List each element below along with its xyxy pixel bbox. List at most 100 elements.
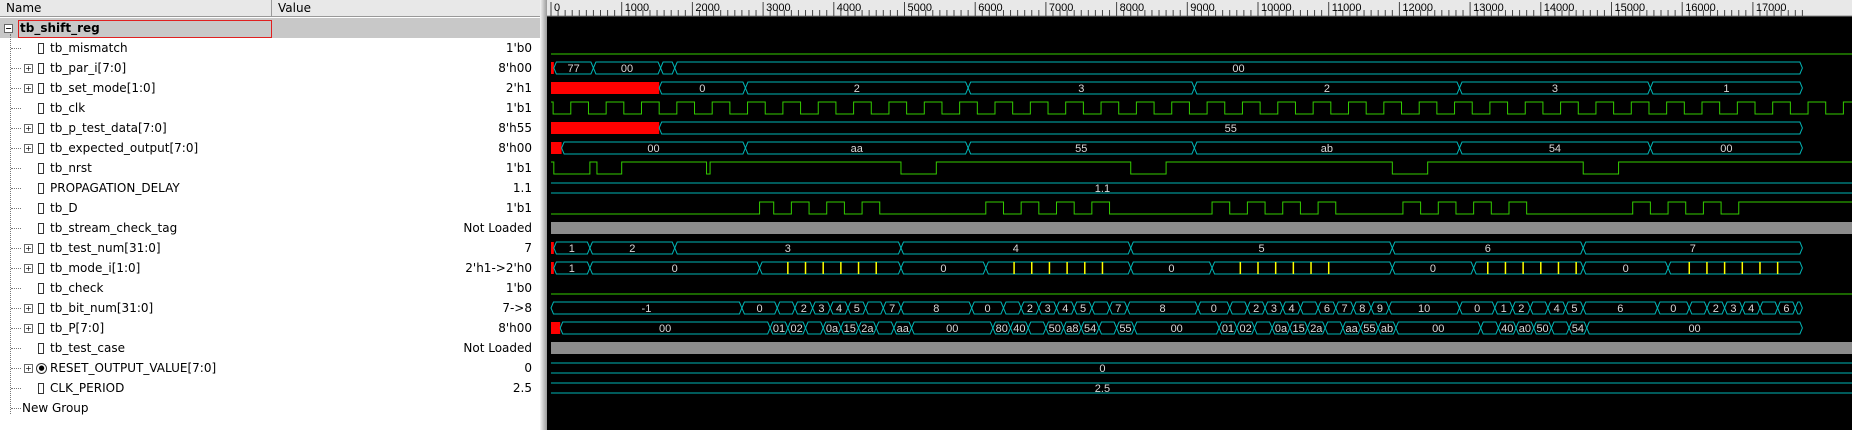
parameter-icon: ●	[36, 363, 47, 374]
tree-branch-line	[11, 328, 21, 329]
signal-row[interactable]: + tb_test_num[31:0]	[0, 238, 272, 258]
signal-row[interactable]: tb_mismatch	[0, 38, 272, 58]
expand-toggle[interactable]: +	[24, 364, 33, 373]
bus-value-label: 6	[1485, 243, 1491, 255]
signal-icon	[38, 43, 44, 54]
signal-value-row[interactable]: 1'b1	[272, 98, 540, 118]
signal-value-row[interactable]: 8'h00	[272, 318, 540, 338]
signal-value-row[interactable]: 1'b1	[272, 158, 540, 178]
expand-toggle[interactable]: +	[24, 264, 33, 273]
signal-value-row[interactable]: 1'b1	[272, 198, 540, 218]
bus-segment	[985, 261, 1132, 275]
ruler-tick-label: 3000	[766, 2, 790, 14]
bus-value-label: 7	[1342, 303, 1348, 315]
signal-name: tb_mode_i[1:0]	[50, 261, 141, 275]
bus-value-label: 4	[1748, 303, 1754, 315]
expand-toggle[interactable]: +	[24, 304, 33, 313]
collapse-toggle[interactable]: −	[4, 24, 13, 33]
bus-signal-icon	[38, 263, 44, 274]
bus-value-label: 1	[1723, 83, 1729, 95]
bus-value-label: 5	[1080, 303, 1086, 315]
signal-value-row[interactable]: 1'b0	[272, 38, 540, 58]
signal-row[interactable]: tb_stream_check_tag	[0, 218, 272, 238]
bus-segment	[1473, 261, 1584, 275]
value-column-header[interactable]: Value	[272, 0, 540, 17]
bus-value-label: 2	[1253, 303, 1259, 315]
signal-row[interactable]: tb_D	[0, 198, 272, 218]
signal-value-row[interactable]: 0	[272, 358, 540, 378]
signal-value: Not Loaded	[463, 341, 532, 355]
ruler-tick-label: 8000	[1120, 2, 1144, 14]
group-row[interactable]: New Group	[0, 398, 272, 418]
expand-toggle[interactable]: +	[24, 324, 33, 333]
signal-row[interactable]: tb_clk	[0, 98, 272, 118]
bus-value-label: 0a	[826, 323, 839, 335]
bus-value-label: 55	[1119, 323, 1131, 335]
signal-value: 1'b1	[505, 201, 532, 215]
signal-row[interactable]: + tb_p_test_data[7:0]	[0, 118, 272, 138]
signal-value: 1'b0	[505, 41, 532, 55]
signal-row[interactable]: tb_check	[0, 278, 272, 298]
signal-row[interactable]: + tb_set_mode[1:0]	[0, 78, 272, 98]
unknown-value-region	[551, 142, 562, 154]
signal-icon	[38, 383, 44, 394]
ruler-tick-label: 14000	[1544, 2, 1575, 14]
bus-value-label: 00	[1688, 323, 1700, 335]
group-label: New Group	[22, 401, 89, 415]
name-column-header[interactable]: Name	[0, 0, 272, 17]
signal-value: 1'b0	[505, 281, 532, 295]
bus-value-label: 00	[659, 323, 671, 335]
bus-value-label: 50	[1536, 323, 1548, 335]
signal-name: tb_test_num[31:0]	[50, 241, 161, 255]
signal-value-row[interactable]: 2.5	[272, 378, 540, 398]
bus-value-label: 00	[647, 143, 659, 155]
signal-row[interactable]: + tb_expected_output[7:0]	[0, 138, 272, 158]
signal-value-row[interactable]: 7	[272, 238, 540, 258]
bus-value-label: 02	[1240, 323, 1252, 335]
bus-signal-icon	[38, 63, 44, 74]
bus-value-label: 8	[1159, 303, 1165, 315]
signal-row[interactable]: CLK_PERIOD	[0, 378, 272, 398]
bus-value-label: 2a	[1310, 323, 1323, 335]
signal-value-row[interactable]: 8'h00	[272, 58, 540, 78]
signal-value-row[interactable]: 8'h55	[272, 118, 540, 138]
waveform-pane[interactable]: 0 1000 2000 3000 4000 5000 6000 7000 8000 9000 100…	[547, 0, 1852, 430]
signal-row[interactable]: + tb_mode_i[1:0]	[0, 258, 272, 278]
signal-value-row[interactable]: Not Loaded	[272, 338, 540, 358]
signal-row[interactable]: PROPAGATION_DELAY	[0, 178, 272, 198]
bus-value-label: 00	[1232, 63, 1244, 75]
signal-row[interactable]: tb_test_case	[0, 338, 272, 358]
tree-branch-line	[11, 348, 21, 349]
signal-value-row[interactable]: 7->8	[272, 298, 540, 318]
pane-splitter[interactable]	[540, 0, 547, 430]
bus-value-label: 54	[1084, 323, 1096, 335]
bus-value-label: 50	[1049, 323, 1061, 335]
bus-value-label: 3	[1730, 303, 1736, 315]
signal-row[interactable]: + tb_par_i[7:0]	[0, 58, 272, 78]
signal-value-row[interactable]: 2'h1->2'h0	[272, 258, 540, 278]
selection-highlight	[18, 20, 272, 38]
bus-value-label: 00	[1432, 323, 1444, 335]
signal-row[interactable]: + ● RESET_OUTPUT_VALUE[7:0]	[0, 358, 272, 378]
signal-row[interactable]: tb_nrst	[0, 158, 272, 178]
signal-value-row[interactable]: 1.1	[272, 178, 540, 198]
expand-toggle[interactable]: +	[24, 84, 33, 93]
bus-value-label: 2	[1713, 303, 1719, 315]
expand-toggle[interactable]: +	[24, 144, 33, 153]
expand-toggle[interactable]: +	[24, 64, 33, 73]
waveform-canvas[interactable]: 0 1000 2000 3000 4000 5000 6000 7000 8000 9000 100…	[547, 0, 1852, 430]
signal-row[interactable]: + tb_P[7:0]	[0, 318, 272, 338]
signal-value-row[interactable]: Not Loaded	[272, 218, 540, 238]
expand-toggle[interactable]: +	[24, 124, 33, 133]
signal-row[interactable]: + tb_bit_num[31:0]	[0, 298, 272, 318]
bus-value-label: 15	[844, 323, 856, 335]
digital-waveform	[551, 201, 1852, 215]
signal-value: Not Loaded	[463, 221, 532, 235]
signal-value-row[interactable]: 8'h00	[272, 138, 540, 158]
signal-value-row[interactable]: 1'b0	[272, 278, 540, 298]
signal-value-row[interactable]: 2'h1	[272, 78, 540, 98]
expand-toggle[interactable]: +	[24, 244, 33, 253]
constant-value-label: 0	[1099, 363, 1105, 375]
bus-value-label: 7	[889, 303, 895, 315]
bus-value-label: 0	[1474, 303, 1480, 315]
